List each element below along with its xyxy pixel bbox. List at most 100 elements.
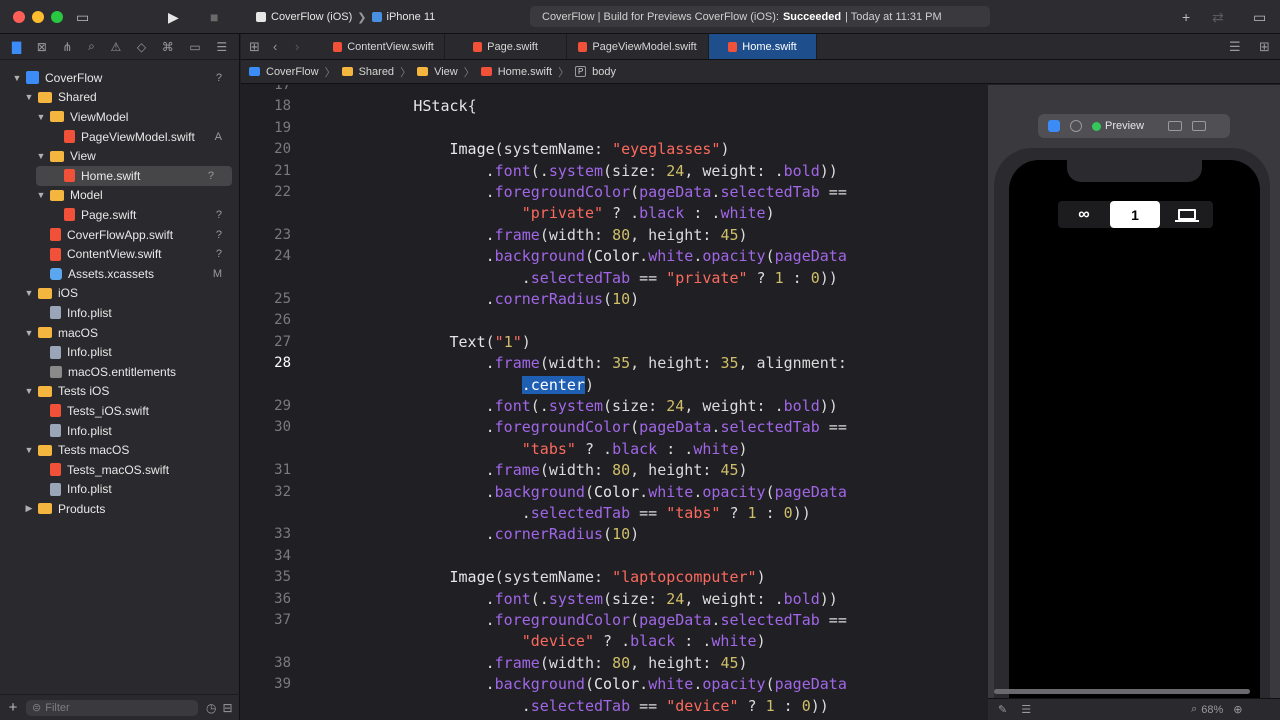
run-button[interactable]: ▶: [168, 8, 179, 26]
folder-icon[interactable]: ▇: [12, 40, 21, 54]
folder-icon: [38, 327, 52, 339]
tree-row[interactable]: ▼ ViewModel: [0, 107, 240, 127]
tree-row[interactable]: Info.plist: [0, 421, 240, 441]
breadcrumb-item[interactable]: Shared: [359, 66, 394, 78]
chevron-down-icon[interactable]: ▼: [36, 190, 46, 200]
tree-row[interactable]: Page.swift?: [0, 205, 240, 225]
project-navigator: ▇ ⊠ ⋔ ⌕ ⚠ ◇ ⌘ ▭ ☰ ▼ CoverFlow? ▼ Shared ▼ Vie…: [0, 34, 240, 720]
chevron-down-icon[interactable]: ▼: [24, 386, 34, 396]
back-icon[interactable]: ‹: [273, 39, 277, 54]
tree-row[interactable]: CoverFlowApp.swift?: [0, 225, 240, 245]
source-editor[interactable]: 17 18 HStack{19 20 Image(systemName: "eyeg…: [241, 85, 986, 720]
tree-row[interactable]: Info.plist: [0, 303, 240, 323]
test-icon[interactable]: ◇: [137, 40, 146, 54]
tree-row[interactable]: ▼ iOS: [0, 284, 240, 304]
canvas-scrollbar[interactable]: [994, 689, 1250, 694]
editor-options-icon[interactable]: ☰: [1229, 39, 1241, 55]
debug-icon[interactable]: ⌘: [162, 40, 174, 54]
tree-row[interactable]: Tests_iOS.swift: [0, 401, 240, 421]
breakpoint-icon[interactable]: ▭: [189, 40, 200, 54]
code-line: 35 Image(systemName: "laptopcomputer"): [241, 567, 981, 588]
add-file-icon[interactable]: +: [0, 699, 26, 716]
tab-page[interactable]: Page.swift: [445, 34, 567, 59]
device-settings-icon[interactable]: [1168, 121, 1183, 131]
tree-row[interactable]: ▶ Products: [0, 499, 240, 519]
tab-count-button[interactable]: 1: [1110, 201, 1160, 228]
report-icon[interactable]: ☰: [216, 40, 227, 54]
tree-row[interactable]: ▼ Model: [0, 186, 240, 206]
duplicate-preview-icon[interactable]: [1192, 121, 1207, 131]
scheme-selector[interactable]: CoverFlow (iOS) ❯ iPhone 11: [256, 8, 435, 26]
chevron-right-icon[interactable]: ▶: [24, 503, 34, 514]
eyeglasses-icon[interactable]: ∞: [1058, 201, 1108, 228]
tree-row[interactable]: ▼ macOS: [0, 323, 240, 343]
chevron-down-icon[interactable]: ▼: [24, 445, 34, 455]
recent-files-icon[interactable]: ◷: [206, 701, 216, 715]
tree-row[interactable]: Tests_macOS.swift: [0, 460, 240, 480]
search-icon[interactable]: ⌕: [88, 39, 95, 54]
code-text: .selectedTab == "tabs" ? 1 : 0)): [305, 504, 811, 522]
code-review-icon[interactable]: ⇄: [1212, 8, 1224, 26]
chevron-down-icon[interactable]: ▼: [36, 112, 46, 122]
tree-row[interactable]: Assets.xcassets M: [0, 264, 240, 284]
warning-icon[interactable]: ⚠: [110, 40, 121, 54]
forward-icon[interactable]: ›: [295, 39, 299, 54]
code-line: 29 .font(.system(size: 24, weight: .bold…: [241, 396, 981, 417]
tree-row[interactable]: ▼ Shared: [0, 88, 240, 108]
sidebar-toggle-icon[interactable]: ▭: [76, 8, 89, 26]
tree-row[interactable]: ▼ Tests macOS: [0, 440, 240, 460]
grid-icon[interactable]: ⊞: [249, 39, 260, 55]
tree-row[interactable]: macOS.entitlements: [0, 362, 240, 382]
layout-icon[interactable]: ☰: [1021, 703, 1031, 716]
breadcrumb-item[interactable]: body: [592, 66, 616, 78]
tree-row-label: View: [70, 149, 96, 164]
pin-icon[interactable]: ✎: [998, 703, 1007, 716]
tree-row[interactable]: PageViewModel.swift A: [0, 127, 240, 147]
tab-label: PageViewModel.swift: [592, 40, 697, 53]
chevron-down-icon[interactable]: ▼: [12, 73, 22, 83]
plist-file-icon: [50, 482, 61, 496]
tab-contentview[interactable]: ContentView.swift: [323, 34, 445, 59]
tree-row[interactable]: Info.plist: [0, 480, 240, 500]
zoom-window-button[interactable]: [51, 11, 63, 23]
tree-row[interactable]: ▼ View: [0, 146, 240, 166]
tree-row[interactable]: Info.plist: [0, 342, 240, 362]
code-text: Text("1"): [449, 332, 531, 351]
tree-row[interactable]: ▼ Tests iOS: [0, 382, 240, 402]
close-window-button[interactable]: [13, 11, 25, 23]
line-number: 27: [274, 333, 291, 350]
inspect-icon[interactable]: [1070, 120, 1082, 132]
tree-row[interactable]: Home.swift?: [36, 166, 232, 186]
laptop-icon[interactable]: [1162, 201, 1212, 228]
filter-options-icon[interactable]: ⊟: [222, 701, 232, 715]
stop-button[interactable]: ■: [210, 8, 218, 26]
tree-row-label: Info.plist: [67, 305, 112, 320]
line-number: 34: [274, 547, 291, 564]
minimize-window-button[interactable]: [32, 11, 44, 23]
filter-input[interactable]: ⊜ Filter: [26, 699, 198, 716]
tree-row[interactable]: ▼ CoverFlow?: [0, 68, 240, 88]
hierarchy-icon[interactable]: ⋔: [62, 40, 72, 54]
chevron-down-icon[interactable]: ▼: [24, 288, 34, 298]
zoom-in-icon[interactable]: ⊕: [1233, 703, 1242, 716]
code-text: "tabs" ? .black : .white): [521, 439, 748, 458]
add-icon[interactable]: +: [1182, 8, 1190, 26]
zoom-icon[interactable]: ⌕: [1191, 703, 1197, 716]
breadcrumb-item[interactable]: View: [434, 66, 458, 78]
split-editor-icon[interactable]: ⊞: [1259, 39, 1270, 55]
live-preview-icon[interactable]: [1048, 120, 1060, 132]
chevron-down-icon[interactable]: ▼: [24, 328, 34, 338]
tree-row-label: Info.plist: [67, 482, 112, 497]
navigator-toolbar: ▇ ⊠ ⋔ ⌕ ⚠ ◇ ⌘ ▭ ☰: [0, 34, 239, 60]
tab-home[interactable]: Home.swift: [709, 34, 817, 59]
chevron-down-icon[interactable]: ▼: [36, 151, 46, 161]
breadcrumb-item[interactable]: CoverFlow: [266, 66, 319, 78]
chevron-down-icon[interactable]: ▼: [24, 92, 34, 102]
tab-count-label: 1: [1131, 206, 1139, 223]
line-number: 26: [274, 312, 291, 329]
source-control-icon[interactable]: ⊠: [37, 40, 47, 54]
tree-row[interactable]: ContentView.swift?: [0, 244, 240, 264]
inspector-toggle-icon[interactable]: ▭: [1253, 8, 1266, 26]
breadcrumb-item[interactable]: Home.swift: [498, 66, 552, 78]
tab-pageviewmodel[interactable]: PageViewModel.swift: [567, 34, 709, 59]
